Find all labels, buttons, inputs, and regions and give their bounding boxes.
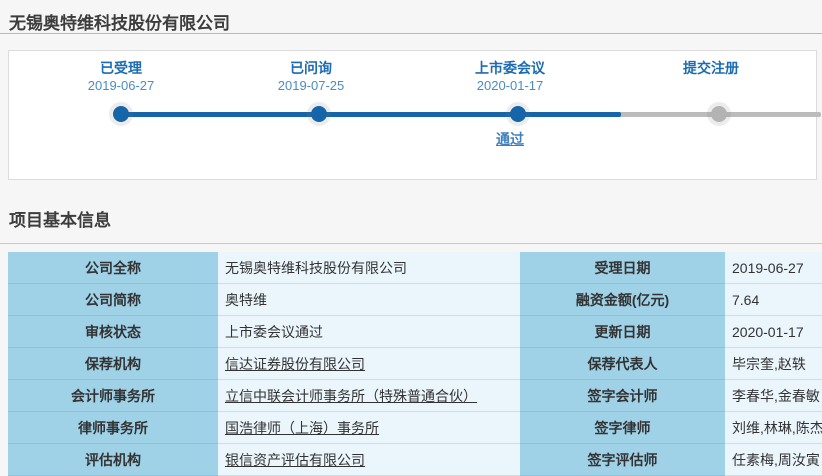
info-value: 2019-06-27 xyxy=(725,252,822,284)
section-header: 项目基本信息 xyxy=(0,206,822,244)
info-value: 上市委会议通过 xyxy=(218,316,520,348)
appraisal-firm-link[interactable]: 银信资产评估有限公司 xyxy=(225,450,365,470)
stage-name: 已受理 xyxy=(41,59,201,77)
stage-name: 提交注册 xyxy=(631,59,791,77)
page-title: 无锡奥特维科技股份有限公司 xyxy=(0,0,822,34)
info-value: 李春华,金春敏 xyxy=(725,380,822,412)
info-value: 毕宗奎,赵轶 xyxy=(725,348,822,380)
info-label: 签字律师 xyxy=(520,412,725,444)
info-value: 奥特维 xyxy=(218,284,520,316)
stage-dot xyxy=(311,106,327,122)
stage-inquired: 已问询 2019-07-25 xyxy=(231,59,391,95)
stage-dot xyxy=(510,106,526,122)
stage-dot xyxy=(711,106,727,122)
info-label: 公司简称 xyxy=(8,284,218,316)
info-label: 保荐机构 xyxy=(8,348,218,380)
law-firm-link[interactable]: 国浩律师（上海）事务所 xyxy=(225,418,379,438)
info-label: 融资金额(亿元) xyxy=(520,284,725,316)
stage-committee-meeting: 上市委会议 2020-01-17 xyxy=(430,59,590,95)
pass-result-link[interactable]: 通过 xyxy=(430,129,590,149)
accounting-firm-link[interactable]: 立信中联会计师事务所（特殊普通合伙） xyxy=(225,386,477,406)
timeline-card: 已受理 2019-06-27 已问询 2019-07-25 上市委会议 2020… xyxy=(8,50,817,180)
info-value: 刘维,林琳,陈杰 xyxy=(725,412,822,444)
info-value: 2020-01-17 xyxy=(725,316,822,348)
info-value: 7.64 xyxy=(725,284,822,316)
info-label: 受理日期 xyxy=(520,252,725,284)
stage-date: 2019-07-25 xyxy=(231,77,391,95)
stage-date: 2020-01-17 xyxy=(430,77,590,95)
stage-name: 上市委会议 xyxy=(430,59,590,77)
info-value: 无锡奥特维科技股份有限公司 xyxy=(218,252,520,284)
timeline-line-active xyxy=(121,112,621,117)
info-value: 银信资产评估有限公司 xyxy=(218,444,520,476)
info-label: 公司全称 xyxy=(8,252,218,284)
info-value: 任素梅,周汝寅 xyxy=(725,444,822,476)
info-value: 国浩律师（上海）事务所 xyxy=(218,412,520,444)
info-table: 公司全称 无锡奥特维科技股份有限公司 受理日期 2019-06-27 公司简称 … xyxy=(8,252,822,476)
info-label: 律师事务所 xyxy=(8,412,218,444)
stage-dot xyxy=(113,106,129,122)
info-value: 立信中联会计师事务所（特殊普通合伙） xyxy=(218,380,520,412)
info-label: 签字会计师 xyxy=(520,380,725,412)
info-label: 签字评估师 xyxy=(520,444,725,476)
info-label: 审核状态 xyxy=(8,316,218,348)
section-title: 项目基本信息 xyxy=(9,206,822,231)
stage-accepted: 已受理 2019-06-27 xyxy=(41,59,201,95)
info-label: 会计师事务所 xyxy=(8,380,218,412)
info-label: 更新日期 xyxy=(520,316,725,348)
info-value: 信达证券股份有限公司 xyxy=(218,348,520,380)
info-label: 评估机构 xyxy=(8,444,218,476)
info-label: 保荐代表人 xyxy=(520,348,725,380)
page-header: 无锡奥特维科技股份有限公司 xyxy=(0,0,822,34)
stage-submit-registration: 提交注册 xyxy=(631,59,791,77)
stage-date: 2019-06-27 xyxy=(41,77,201,95)
sponsor-link[interactable]: 信达证券股份有限公司 xyxy=(225,354,365,374)
stage-name: 已问询 xyxy=(231,59,391,77)
